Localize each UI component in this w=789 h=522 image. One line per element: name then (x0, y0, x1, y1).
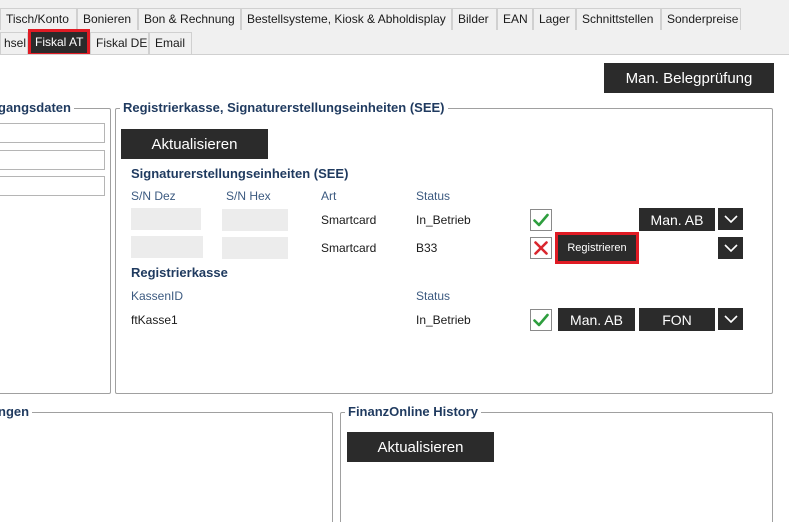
finanzonline-refresh-button[interactable]: Aktualisieren (347, 432, 494, 462)
zugangsdaten-field-1[interactable] (0, 123, 105, 143)
chevron-down-icon (723, 315, 738, 323)
tab-lager[interactable]: Lager (533, 8, 576, 30)
tab-sonderpreise[interactable]: Sonderpreise (661, 8, 741, 30)
group-zugangsdaten: gangsdaten (0, 100, 111, 394)
see-row-1-sn-hex (222, 209, 288, 231)
group-bottom-left: ngen (0, 404, 333, 522)
kasse-dropdown-button[interactable] (718, 308, 743, 330)
kasse-section-title: Registrierkasse (131, 265, 228, 280)
check-icon (530, 209, 552, 231)
chevron-down-icon (723, 215, 738, 223)
fiskal-at-panel: Man. Belegprüfung gangsdaten Registrierk… (0, 55, 789, 522)
see-row-1-dropdown-button[interactable] (718, 208, 743, 230)
see-refresh-button[interactable]: Aktualisieren (121, 129, 268, 159)
chevron-down-icon (723, 244, 738, 252)
col-kasse-status: Status (416, 289, 451, 303)
kasse-row-status: In_Betrieb (416, 313, 471, 327)
kasse-row-id: ftKasse1 (131, 313, 178, 327)
col-art: Art (321, 189, 337, 203)
tab-bilder[interactable]: Bilder (452, 8, 497, 30)
col-sn-dez: S/N Dez (131, 189, 176, 203)
see-row-2-dropdown-button[interactable] (718, 237, 743, 259)
man-belegpruefung-button[interactable]: Man. Belegprüfung (604, 63, 774, 93)
tab-fiskal-de[interactable]: Fiskal DE (90, 32, 149, 54)
group-finanzonline-history-legend: FinanzOnline History (345, 404, 482, 420)
group-registrierkasse-see: Registrierkasse, Signaturerstellungseinh… (115, 100, 773, 394)
check-icon (530, 309, 552, 331)
see-row-1-man-ab-button[interactable]: Man. AB (639, 208, 715, 231)
tab-schnittstellen[interactable]: Schnittstellen (576, 8, 661, 30)
group-bottom-left-legend: ngen (0, 404, 33, 420)
see-row-2-art: Smartcard (321, 241, 377, 255)
see-row-1-art: Smartcard (321, 213, 377, 227)
tab-wechsel[interactable]: hsel (0, 32, 28, 54)
tab-bar: Tisch/Konto Bonieren Bon & Rechnung Best… (0, 0, 789, 56)
tab-fiskal-at[interactable]: Fiskal AT (28, 29, 90, 56)
zugangsdaten-field-3[interactable] (0, 176, 105, 196)
col-status: Status (416, 189, 451, 203)
group-finanzonline-history: FinanzOnline History Aktualisieren (340, 404, 773, 522)
see-row-2-status: B33 (416, 241, 438, 255)
tab-bestellsysteme[interactable]: Bestellsysteme, Kiosk & Abholdisplay (241, 8, 452, 30)
group-registrierkasse-see-legend: Registrierkasse, Signaturerstellungseinh… (120, 100, 448, 116)
kasse-man-ab-button[interactable]: Man. AB (558, 308, 635, 331)
tab-ean[interactable]: EAN (497, 8, 533, 30)
kasse-fon-button[interactable]: FON (639, 308, 715, 331)
group-zugangsdaten-legend: gangsdaten (0, 100, 74, 116)
zugangsdaten-field-2[interactable] (0, 150, 105, 170)
tab-bonieren[interactable]: Bonieren (77, 8, 138, 30)
see-row-1-sn-dez (131, 208, 201, 230)
see-section-title: Signaturerstellungseinheiten (SEE) (131, 166, 349, 181)
see-row-2-sn-dez (131, 236, 203, 258)
error-x-icon (530, 237, 552, 259)
tab-tisch-konto[interactable]: Tisch/Konto (0, 8, 77, 30)
col-kassen-id: KassenID (131, 289, 184, 303)
tab-bon-rechnung[interactable]: Bon & Rechnung (138, 8, 241, 30)
see-row-2-sn-hex (222, 237, 288, 259)
see-row-2-registrieren-button[interactable]: Registrieren (555, 232, 639, 264)
tab-email[interactable]: Email (149, 32, 192, 54)
see-row-1-status: In_Betrieb (416, 213, 471, 227)
col-sn-hex: S/N Hex (226, 189, 271, 203)
